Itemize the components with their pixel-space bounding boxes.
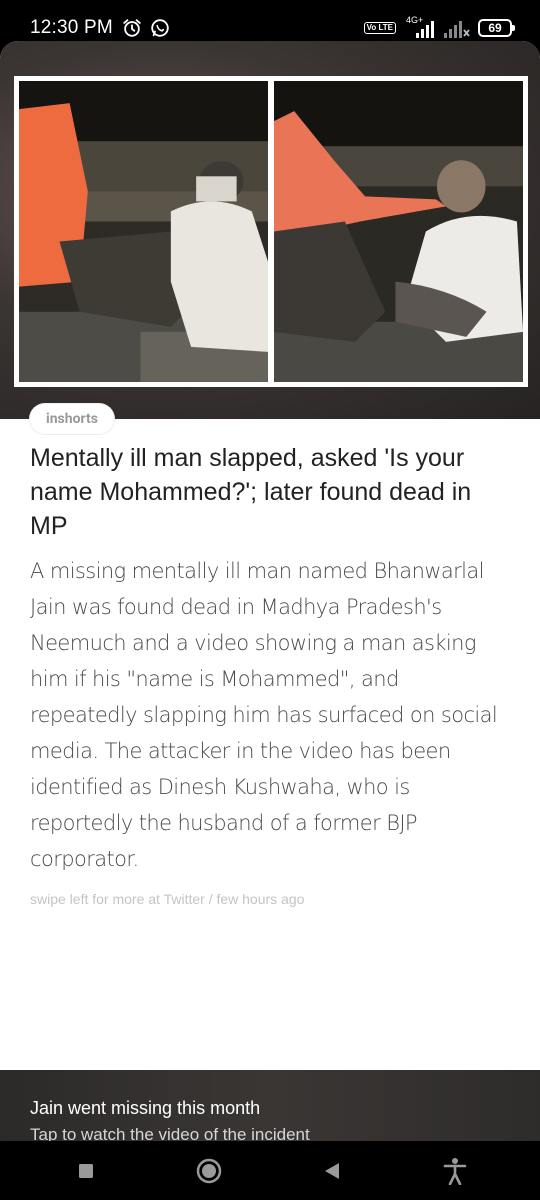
battery-level: 69 bbox=[488, 21, 502, 35]
status-right-icons: Vo LTE 4G+ 69 bbox=[363, 15, 515, 39]
whatsapp-icon bbox=[151, 19, 169, 37]
volte-badge: Vo LTE bbox=[363, 22, 396, 34]
article-content: Mentally ill man slapped, asked 'Is your… bbox=[30, 441, 500, 907]
back-triangle-icon bbox=[324, 1162, 339, 1179]
secondary-signal-icon bbox=[444, 21, 470, 38]
hero-image-frame bbox=[14, 76, 528, 387]
article-body: A missing mentally ill man named Bhanwar… bbox=[30, 559, 498, 871]
screen: 12:30 PM Vo LTE 4G+ 69 inshorts Mentally… bbox=[0, 0, 540, 1200]
home-circle-icon bbox=[196, 1158, 221, 1183]
recents-button[interactable] bbox=[66, 1151, 106, 1191]
footer-title: Jain went missing this month bbox=[30, 1098, 261, 1118]
recents-square-icon bbox=[78, 1163, 93, 1178]
home-button[interactable] bbox=[189, 1151, 229, 1191]
back-button[interactable] bbox=[312, 1151, 352, 1191]
system-nav-bar bbox=[0, 1141, 540, 1200]
accessibility-button[interactable] bbox=[435, 1151, 475, 1191]
video-still-left bbox=[19, 81, 268, 382]
alarm-icon bbox=[123, 19, 141, 37]
accessibility-icon bbox=[443, 1157, 466, 1185]
status-left-icons bbox=[121, 17, 171, 39]
hero-image-area[interactable] bbox=[0, 41, 540, 419]
article-headline: Mentally ill man slapped, asked 'Is your… bbox=[30, 444, 472, 540]
battery-icon: 69 bbox=[478, 19, 515, 37]
source-badge: inshorts bbox=[30, 404, 114, 434]
status-time: 12:30 PM bbox=[30, 17, 113, 38]
article-meta[interactable]: swipe left for more at Twitter / few hou… bbox=[30, 891, 500, 907]
signal-strength-icon: 4G+ bbox=[402, 15, 436, 39]
video-still-right bbox=[274, 81, 523, 382]
news-card[interactable]: inshorts Mentally ill man slapped, asked… bbox=[0, 41, 540, 1153]
